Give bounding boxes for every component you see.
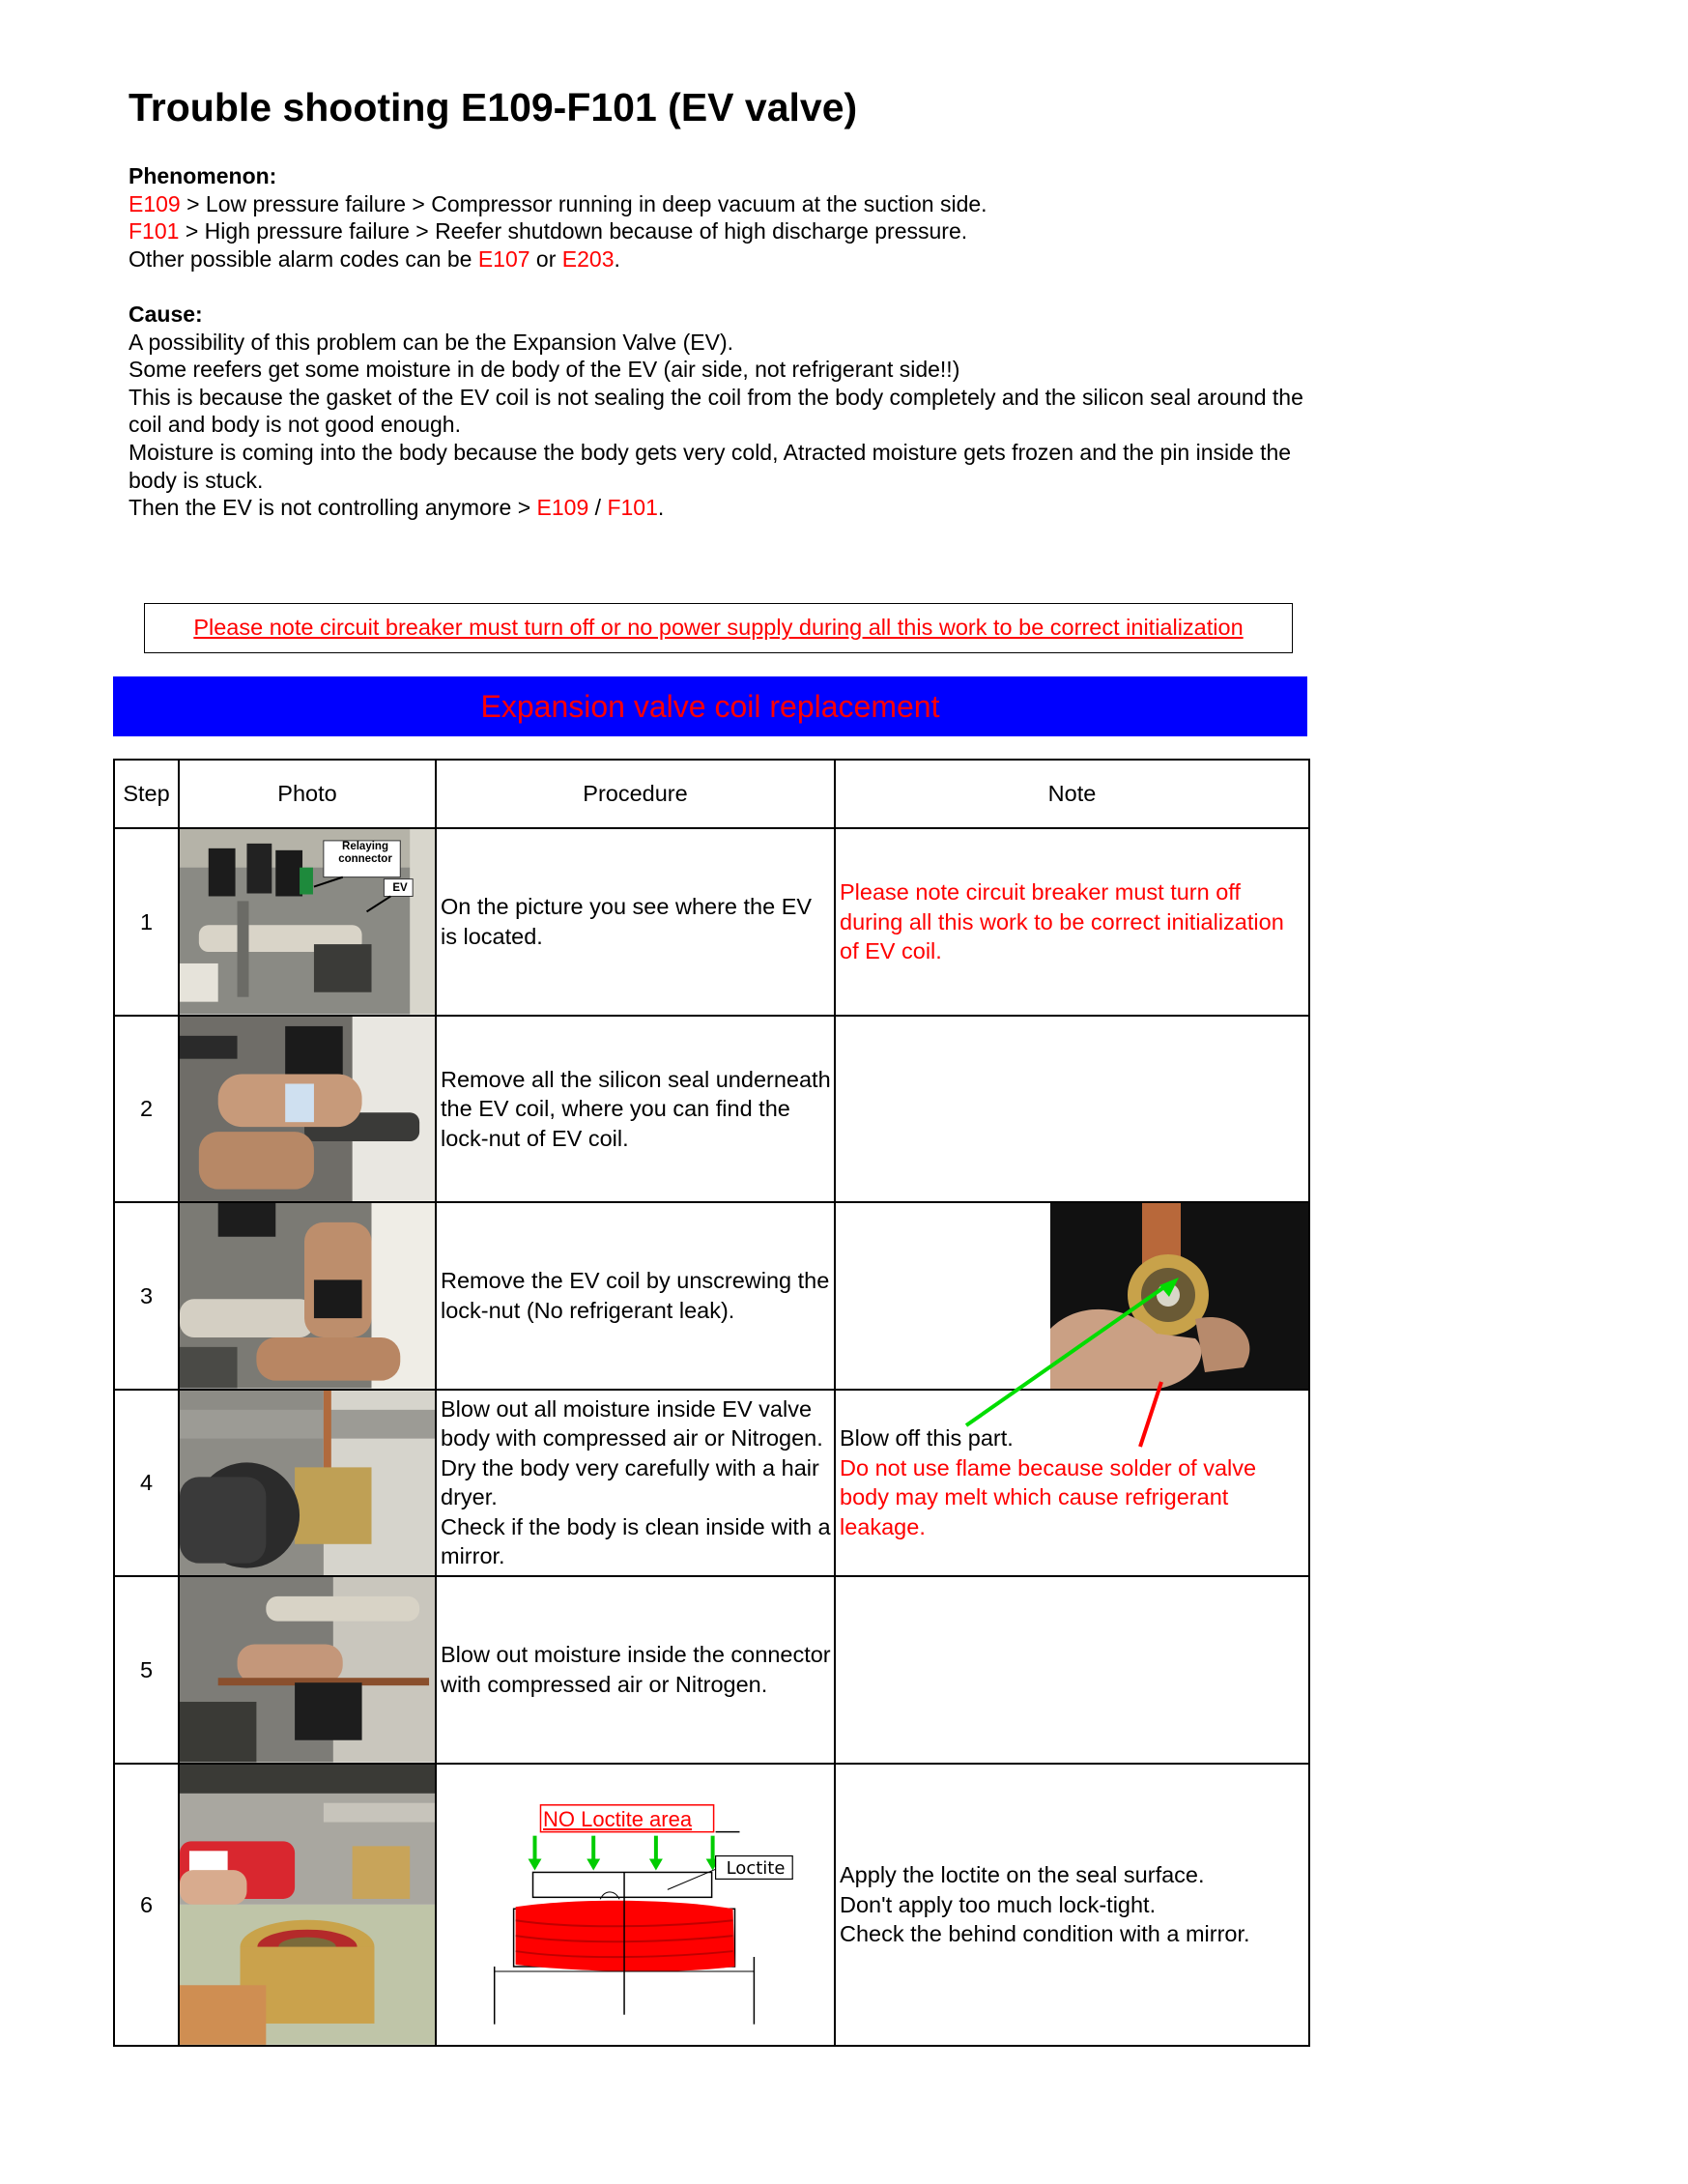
notice-text: Please note circuit breaker must turn of… — [193, 615, 1244, 640]
table-row: 2 Remove all the silicon seal underneath… — [113, 1014, 1310, 1204]
photo-cell — [178, 1388, 437, 1578]
cause-line: Some reefers get some moisture in de bod… — [129, 357, 960, 383]
photo-ev-location — [181, 829, 434, 1014]
table-row: 3 Remove the EV coil by unscrewing the l… — [113, 1201, 1310, 1391]
photo-remove-coil — [181, 1204, 434, 1388]
photo-apply-loctite — [181, 1765, 434, 2045]
phenomenon-section: Phenomenon: E109 > Low pressure failure … — [129, 162, 1317, 273]
alarm-code: F101 — [129, 218, 180, 244]
procedure-text: On the picture you see where the EV is l… — [435, 827, 836, 1017]
notice-box: Please note circuit breaker must turn of… — [144, 603, 1293, 653]
phenomenon-text: . — [614, 245, 620, 272]
note-line: Don't apply too much lock-tight. — [840, 1891, 1157, 1917]
cause-section: Cause: A possibility of this problem can… — [129, 301, 1317, 522]
photo-valve-body — [1050, 1204, 1307, 1388]
note-line: Check the behind condition with a mirror… — [840, 1921, 1250, 1947]
procedure-text: Blow out all moisture inside EV valve bo… — [435, 1388, 836, 1578]
table-header-row: Step Photo Procedure Note — [113, 759, 1310, 829]
alarm-code: E109 — [129, 190, 181, 216]
phenomenon-line-1: E109 > Low pressure failure > Compressor… — [129, 190, 1317, 218]
cause-line: A possibility of this problem can be the… — [129, 329, 734, 355]
procedure-text: Blow out moisture inside the connector w… — [435, 1575, 836, 1765]
cause-text: . — [657, 495, 665, 521]
phenomenon-line-2: F101 > High pressure failure > Reefer sh… — [129, 217, 1317, 245]
note-warning: Do not use flame because solder of valve… — [840, 1454, 1257, 1539]
photo-cell — [178, 1575, 437, 1765]
steps-table: Step Photo Procedure Note 1 Relaying con… — [113, 759, 1310, 2048]
header-procedure: Procedure — [435, 759, 836, 829]
note-cell: Blow off this part. Do not use flame bec… — [834, 1388, 1310, 1578]
cause-text: / — [588, 495, 608, 521]
diagram-cell: NO Loctite area Loctite — [435, 1762, 836, 2048]
alarm-code: E109 — [536, 495, 589, 521]
procedure-text: Remove the EV coil by unscrewing the loc… — [435, 1201, 836, 1391]
note-warning: Please note circuit breaker must turn of… — [834, 827, 1310, 1017]
table-row: 4 Blow out all moisture inside EV valve … — [113, 1388, 1310, 1578]
header-step: Step — [113, 759, 180, 829]
note-cell: Apply the loctite on the seal surface. D… — [834, 1762, 1310, 2048]
step-number: 1 — [113, 827, 180, 1017]
header-photo: Photo — [178, 759, 437, 829]
cause-line: This is because the gasket of the EV coi… — [129, 384, 1303, 438]
procedure-text: Remove all the silicon seal underneath t… — [435, 1014, 836, 1204]
procedure-line: Blow out all moisture inside EV valve bo… — [441, 1395, 823, 1510]
page-title: Trouble shooting E109-F101 (EV valve) — [129, 85, 858, 129]
alarm-code: F101 — [607, 495, 658, 521]
alarm-code: E203 — [561, 245, 615, 272]
step-number: 4 — [113, 1388, 180, 1578]
step-number: 6 — [113, 1762, 180, 2048]
loctite-diagram — [493, 1803, 793, 2025]
table-row: 5 Blow out moisture inside the connector… — [113, 1575, 1310, 1765]
table-row: 6 NO Loctite area Loctite Apply the loct… — [113, 1762, 1310, 2048]
photo-blow-moisture — [181, 1391, 434, 1575]
table-row: 1 Relaying connector EV On the picture y… — [113, 827, 1310, 1017]
phenomenon-label: Phenomenon: — [129, 163, 277, 188]
header-note: Note — [834, 759, 1310, 829]
cause-line: Moisture is coming into the body because… — [129, 439, 1292, 493]
phenomenon-text: > High pressure failure > Reefer shutdow… — [179, 218, 968, 244]
cause-text: Then the EV is not controlling anymore > — [129, 495, 537, 521]
phenomenon-text: or — [529, 245, 562, 272]
photo-silicon-seal — [181, 1017, 434, 1201]
procedure-line: Check if the body is clean inside with a… — [441, 1513, 831, 1569]
photo-cell — [178, 1762, 437, 2048]
note-line: Apply the loctite on the seal surface. — [840, 1862, 1205, 1888]
alarm-code: E107 — [477, 245, 530, 272]
phenomenon-text: Other possible alarm codes can be — [129, 245, 478, 272]
cause-line-last: Then the EV is not controlling anymore >… — [129, 494, 1317, 522]
cause-label: Cause: — [129, 302, 203, 327]
note-cell-photo — [834, 1201, 1310, 1391]
photo-cell — [178, 1014, 437, 1204]
phenomenon-text: > Low pressure failure > Compressor runn… — [180, 190, 987, 216]
section-banner: Expansion valve coil replacement — [113, 676, 1307, 736]
step-number: 5 — [113, 1575, 180, 1765]
note-text: Blow off this part. — [840, 1425, 1014, 1451]
photo-blow-connector — [181, 1578, 434, 1762]
phenomenon-line-3: Other possible alarm codes can be E107 o… — [129, 245, 1317, 273]
photo-cell — [178, 1201, 437, 1391]
note-cell-empty — [834, 1014, 1310, 1204]
photo-cell: Relaying connector EV — [178, 827, 437, 1017]
note-cell-empty — [834, 1575, 1310, 1765]
step-number: 3 — [113, 1201, 180, 1391]
step-number: 2 — [113, 1014, 180, 1204]
